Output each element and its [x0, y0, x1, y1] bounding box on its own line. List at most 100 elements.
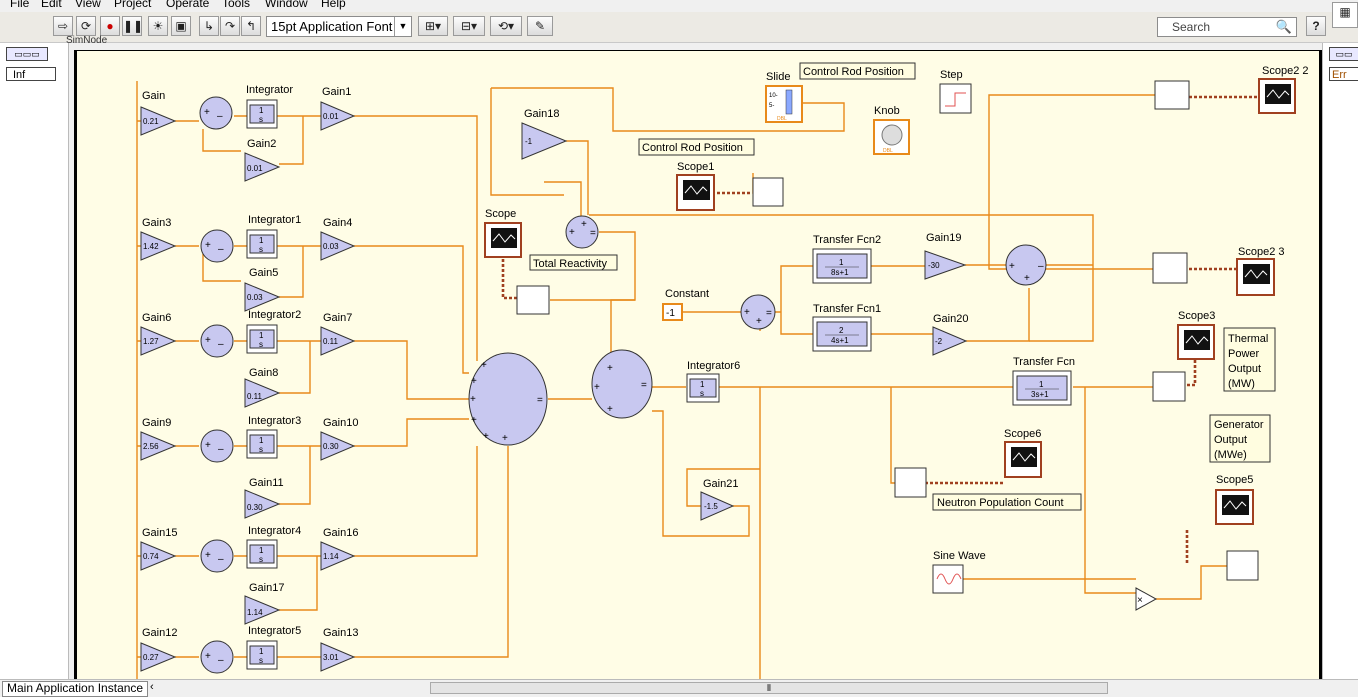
sum-block[interactable]: + – — [200, 324, 234, 358]
gain-block[interactable]: Gain11 0.30 — [244, 477, 284, 519]
integrator-block[interactable]: Integrator 1s — [246, 84, 293, 129]
scope-block[interactable]: Scope2 2 — [1258, 65, 1308, 114]
gain-block[interactable]: Gain9 2.56 — [140, 417, 177, 461]
chevron-left-icon[interactable]: ‹ — [150, 681, 154, 693]
err-indicator[interactable]: Err — [1329, 67, 1358, 81]
cluster-icon[interactable]: ▭▭▭ — [6, 47, 48, 61]
integrator-block[interactable]: Integrator1 1s — [246, 214, 301, 259]
gain-block[interactable]: Gain1 0.01 — [320, 86, 356, 131]
highlight-execution-icon[interactable]: ☀ — [148, 16, 168, 36]
sum-block[interactable]: + – — [199, 96, 233, 130]
menu-tools[interactable]: Tools — [222, 0, 250, 10]
slide-control[interactable]: Slide 10- 5- DBL — [765, 71, 803, 123]
gain-value: 0.01 — [323, 112, 339, 121]
sum-block[interactable]: ++– — [1005, 244, 1047, 286]
convert-block[interactable] — [516, 285, 550, 315]
gain-block[interactable]: Gain21 -1.5 — [700, 478, 738, 521]
sum-block[interactable]: + – — [200, 539, 234, 573]
gain-block[interactable]: Gain20 -2 — [932, 313, 968, 356]
block-diagram[interactable]: Gain 0.21 Gain1 0.01 Gain2 0.01 Gain3 1.42 G… — [74, 50, 1322, 680]
reorder-icon[interactable]: ⟲▾ — [490, 16, 522, 36]
transfer-fcn-block[interactable]: Transfer Fcn1 24s+1 — [812, 303, 881, 352]
sum-block[interactable]: + – — [200, 429, 234, 463]
gain-block[interactable]: Gain8 0.11 — [244, 367, 281, 408]
integrator-block[interactable]: Integrator4 1s — [246, 525, 301, 569]
knob-control[interactable]: Knob DBL — [873, 105, 910, 155]
sum-block[interactable]: + – — [200, 640, 234, 674]
retain-wire-values-icon[interactable]: ▣ — [171, 16, 191, 36]
integrator-block[interactable]: Integrator2 1s — [246, 309, 301, 354]
gain-block[interactable]: Gain19 -30 — [924, 232, 967, 280]
sum-block[interactable]: + – — [200, 229, 234, 263]
font-select[interactable]: 15pt Application Font ▼ — [266, 16, 412, 37]
step-into-icon[interactable]: ↳ — [199, 16, 219, 36]
multiply-block[interactable]: × — [1135, 587, 1158, 611]
scope-block[interactable]: Scope2 3 — [1236, 246, 1284, 296]
convert-block[interactable] — [894, 467, 927, 498]
gain-block[interactable]: Gain16 1.14 — [320, 527, 358, 571]
gain-block[interactable]: Gain15 0.74 — [140, 527, 177, 571]
menu-file[interactable]: File — [10, 0, 29, 10]
convert-block[interactable] — [1154, 80, 1190, 110]
gain-block[interactable]: Gain7 0.11 — [320, 312, 356, 356]
gain-block[interactable]: Gain12 0.27 — [140, 627, 177, 672]
run-continuously-icon[interactable]: ⟳ — [76, 16, 96, 36]
gain-block[interactable]: Gain10 0.30 — [320, 417, 358, 461]
menu-project[interactable]: Project — [114, 0, 151, 10]
scope-block[interactable]: Scope3 — [1177, 310, 1215, 360]
convert-block[interactable] — [1152, 371, 1186, 402]
step-out-icon[interactable]: ↰ — [241, 16, 261, 36]
sum-block[interactable]: ++= — [740, 294, 776, 330]
integrator-label: Integrator1 — [248, 214, 301, 226]
svg-text:–: – — [218, 554, 224, 565]
integrator-num: 1 — [259, 546, 264, 555]
gain-block[interactable]: Gain 0.21 — [140, 90, 177, 136]
scope-block[interactable]: Scope1 — [676, 161, 715, 211]
integrator-block[interactable]: Integrator6 1s — [686, 360, 740, 403]
search-input[interactable]: Search 🔍 — [1157, 17, 1297, 37]
menu-help[interactable]: Help — [321, 0, 346, 10]
menu-operate[interactable]: Operate — [166, 0, 209, 10]
clean-up-diagram-icon[interactable]: ✎ — [527, 16, 553, 36]
run-arrow-icon[interactable]: ⇨ — [53, 16, 73, 36]
gain-block[interactable]: Gain13 3.01 — [320, 627, 358, 672]
transfer-fcn-block[interactable]: Transfer Fcn2 18s+1 — [812, 234, 881, 284]
gain-block[interactable]: Gain2 0.01 — [244, 138, 281, 182]
gain-block[interactable]: Gain4 0.03 — [320, 217, 356, 261]
sine-wave-block[interactable]: Sine Wave — [932, 550, 986, 594]
convert-block[interactable] — [1226, 550, 1259, 581]
step-over-icon[interactable]: ↷ — [220, 16, 240, 36]
pause-icon[interactable]: ❚❚ — [122, 16, 143, 36]
scope-block[interactable]: Scope6 — [1004, 428, 1042, 478]
menu-edit[interactable]: Edit — [41, 0, 62, 10]
distribute-objects-icon[interactable]: ⊟▾ — [453, 16, 485, 36]
gain-block[interactable]: Gain6 1.27 — [140, 312, 177, 356]
help-button[interactable]: ? — [1306, 16, 1326, 36]
reactivity-sum-block[interactable]: + + + = — [591, 349, 653, 419]
abort-icon[interactable]: ● — [100, 16, 120, 36]
main-sum-block[interactable]: + + + + + + = — [468, 352, 548, 446]
scope-block[interactable]: Scope5 — [1215, 474, 1254, 525]
cluster-icon[interactable]: ▭▭ — [1329, 47, 1358, 61]
align-objects-icon[interactable]: ⊞▾ — [418, 16, 448, 36]
menu-view[interactable]: View — [75, 0, 101, 10]
sum-block[interactable]: ++= — [565, 215, 599, 249]
integrator-block[interactable]: Integrator3 1s — [246, 415, 301, 459]
constant-block[interactable]: Constant -1 — [662, 288, 709, 321]
step-block[interactable]: Step — [939, 69, 972, 114]
inf-indicator[interactable]: Inf — [6, 67, 56, 81]
font-select-value: 15pt Application Font — [271, 19, 393, 34]
convert-block[interactable] — [752, 177, 784, 207]
sum-blocks: + – + – + – + – + – + – ++= ++= ++– + + + + + … — [199, 96, 1047, 674]
gain-block[interactable]: Gain18 -1 — [521, 108, 568, 160]
horizontal-scrollbar[interactable]: ⦀ — [430, 682, 1108, 694]
gain-block[interactable]: Gain17 1.14 — [244, 582, 284, 625]
convert-block[interactable] — [1152, 252, 1188, 284]
transfer-fcn-block[interactable]: Transfer Fcn 13s+1 — [1012, 356, 1075, 406]
integrator-block[interactable]: Integrator5 1s — [246, 625, 301, 670]
menu-window[interactable]: Window — [265, 0, 308, 10]
scope-block[interactable]: Scope — [484, 208, 522, 258]
annotation-text: Thermal — [1228, 333, 1268, 345]
gain-block[interactable]: Gain5 0.03 — [244, 267, 281, 312]
gain-block[interactable]: Gain3 1.42 — [140, 217, 177, 261]
